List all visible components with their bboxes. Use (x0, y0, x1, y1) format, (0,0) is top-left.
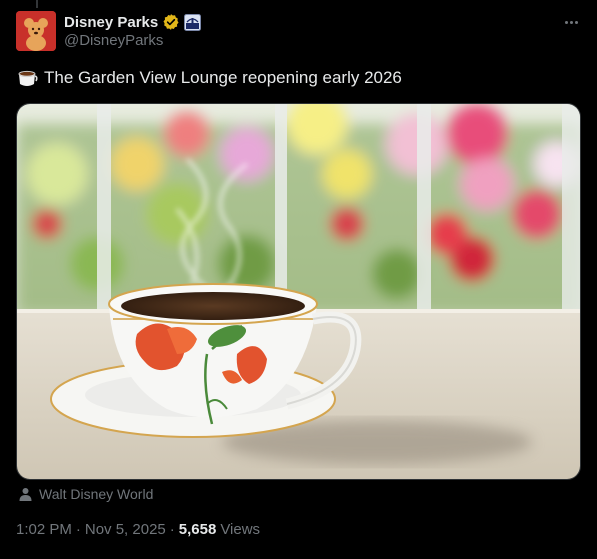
meta-separator: · (75, 521, 81, 538)
avatar-image (16, 11, 56, 51)
location-label: Walt Disney World (39, 486, 154, 502)
post-metadata: 1:02 PM · Nov 5, 2025 · 5,658 Views (16, 521, 260, 538)
post-media-image[interactable] (16, 103, 581, 480)
location-tag[interactable]: Walt Disney World (18, 486, 153, 502)
avatar[interactable] (16, 11, 56, 51)
verified-badge-icon[interactable] (162, 13, 180, 31)
author-display-name[interactable]: Disney Parks (64, 14, 158, 31)
post-text: The Garden View Lounge reopening early 2… (16, 66, 402, 90)
more-options-icon[interactable] (561, 14, 581, 30)
meta-separator: · (169, 521, 175, 538)
thread-connector-line (36, 0, 38, 8)
post-time[interactable]: 1:02 PM (16, 521, 72, 538)
teacup-photo (17, 104, 580, 479)
author-name-row: Disney Parks (64, 12, 202, 32)
views-label: Views (220, 521, 261, 538)
post-body-text: The Garden View Lounge reopening early 2… (44, 68, 402, 87)
post-date[interactable]: Nov 5, 2025 (85, 521, 166, 538)
affiliate-badge-icon[interactable] (184, 13, 202, 31)
views-count: 5,658 (178, 521, 217, 538)
author-handle[interactable]: @DisneyParks (64, 32, 163, 49)
coffee-cup-emoji-icon (16, 67, 38, 89)
person-icon (18, 487, 33, 502)
